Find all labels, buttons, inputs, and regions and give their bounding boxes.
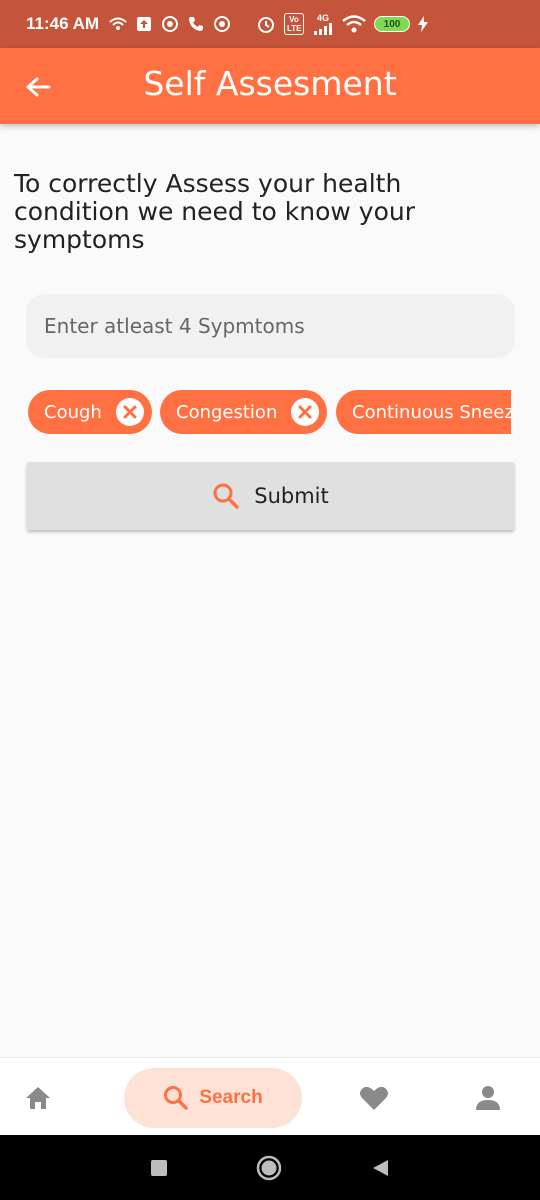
square-icon [151, 1160, 167, 1176]
submit-label: Submit [254, 484, 329, 508]
nav-favorites-button[interactable] [350, 1068, 398, 1128]
cell-signal-icon [314, 22, 332, 35]
wifi-icon [342, 15, 366, 33]
symptom-input[interactable] [26, 294, 515, 358]
heart-icon [360, 1086, 388, 1110]
alarm-icon [258, 17, 274, 33]
page-title: Self Assesment [143, 64, 397, 103]
phone-icon [189, 17, 204, 31]
system-navigation-bar [0, 1135, 540, 1200]
close-icon [298, 405, 312, 419]
chip-label: Congestion [176, 401, 278, 423]
nav-home-button[interactable] [14, 1068, 62, 1128]
home-system-button[interactable] [256, 1155, 282, 1181]
symptom-chip[interactable]: Congestion [160, 390, 328, 434]
nav-profile-button[interactable] [464, 1068, 512, 1128]
symptom-chip[interactable]: Cough [28, 390, 152, 434]
battery-indicator: 100 [374, 16, 410, 32]
network-label: 4G [316, 12, 329, 23]
chip-label: Cough [44, 401, 102, 423]
home-icon [26, 1087, 50, 1109]
search-icon [164, 1086, 189, 1110]
volte-badge: Vo LTE [284, 13, 304, 35]
network-type: 4G [312, 12, 334, 35]
charging-icon [418, 16, 428, 32]
person-icon [476, 1086, 500, 1110]
triangle-back-icon [373, 1160, 388, 1176]
bottom-navigation: Search [0, 1057, 540, 1135]
nav-search-label: Search [199, 1087, 263, 1108]
status-notification-icons [109, 15, 231, 33]
remove-chip-button[interactable] [291, 398, 320, 426]
app-bar: Self Assesment [0, 48, 540, 124]
chip-label: Continuous Sneezing [352, 401, 511, 423]
upload-icon [137, 17, 152, 31]
wifi-signal-icon [109, 17, 127, 30]
app-notification-icon [162, 16, 179, 32]
remove-chip-button[interactable] [115, 398, 144, 426]
symptom-chip-list: Cough Congestion Continuous Sneezing [28, 390, 511, 434]
intro-text: To correctly Assess your health conditio… [14, 169, 416, 254]
status-bar: 11:46 AM Vo LTE 4G 100 [0, 0, 540, 48]
status-time: 11:46 AM [26, 14, 100, 33]
app-notification-icon-2 [214, 16, 231, 32]
submit-button[interactable]: Submit [27, 462, 514, 530]
recent-apps-button[interactable] [146, 1155, 172, 1181]
circle-icon [256, 1155, 282, 1181]
symptom-chip[interactable]: Continuous Sneezing [336, 390, 511, 434]
status-system-icons: Vo LTE 4G 100 [256, 0, 428, 48]
nav-search-button[interactable]: Search [124, 1068, 302, 1128]
close-icon [123, 405, 137, 419]
search-icon [213, 483, 239, 509]
back-system-button[interactable] [367, 1155, 393, 1181]
